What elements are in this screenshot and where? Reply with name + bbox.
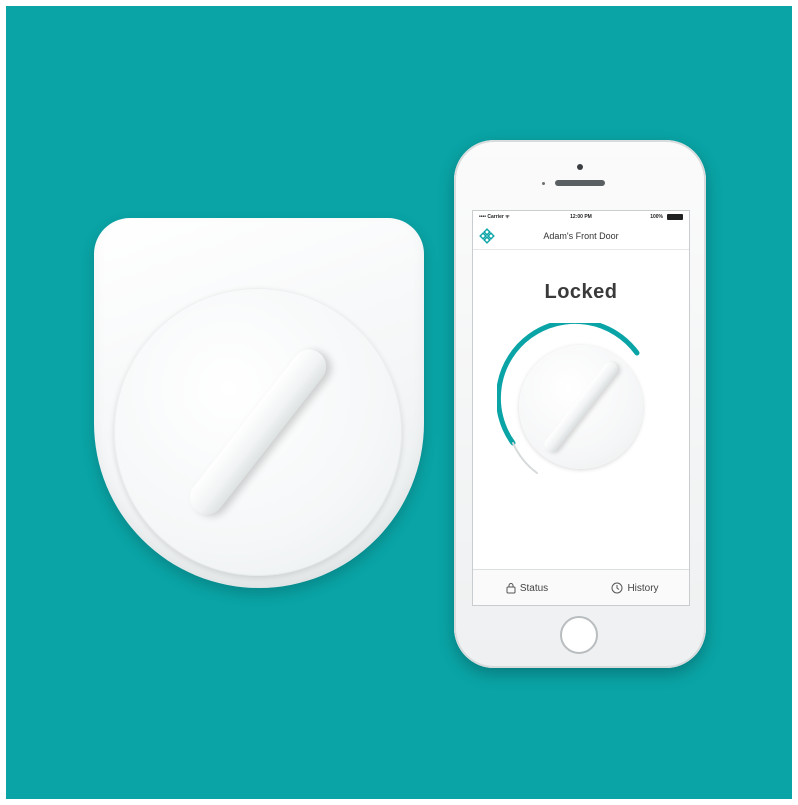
battery-icon [667,214,683,220]
tab-status[interactable]: Status [473,570,581,605]
tab-history-label: History [627,582,659,594]
smartphone: •••• Carrier ᯤ 12:00 PM 100% Adam's Fron… [454,140,706,668]
lock-icon [506,583,516,594]
app-screen: •••• Carrier ᯤ 12:00 PM 100% Adam's Fron… [472,210,690,606]
status-battery-percent: 100% [650,214,663,220]
earpiece-speaker [555,180,605,186]
home-button[interactable] [560,616,598,654]
tab-bar: Status History [473,569,689,605]
lock-dial-thumbturn [541,359,621,455]
lock-control [497,323,665,491]
lock-state-label: Locked [544,281,618,303]
status-bar: •••• Carrier ᯤ 12:00 PM 100% [473,211,689,223]
smart-lock-dial [114,288,402,576]
smart-lock-device [94,218,424,588]
nav-bar: Adam's Front Door [473,223,689,250]
tab-history[interactable]: History [581,570,689,605]
front-camera [577,164,583,170]
proximity-sensor [542,182,545,185]
tab-status-label: Status [519,582,549,594]
product-photo-background: •••• Carrier ᯤ 12:00 PM 100% Adam's Fron… [6,6,792,799]
clock-icon [611,582,623,594]
smart-lock-thumbturn [183,342,333,522]
page-title: Adam's Front Door [543,231,619,241]
lock-toggle-dial[interactable] [519,345,643,469]
